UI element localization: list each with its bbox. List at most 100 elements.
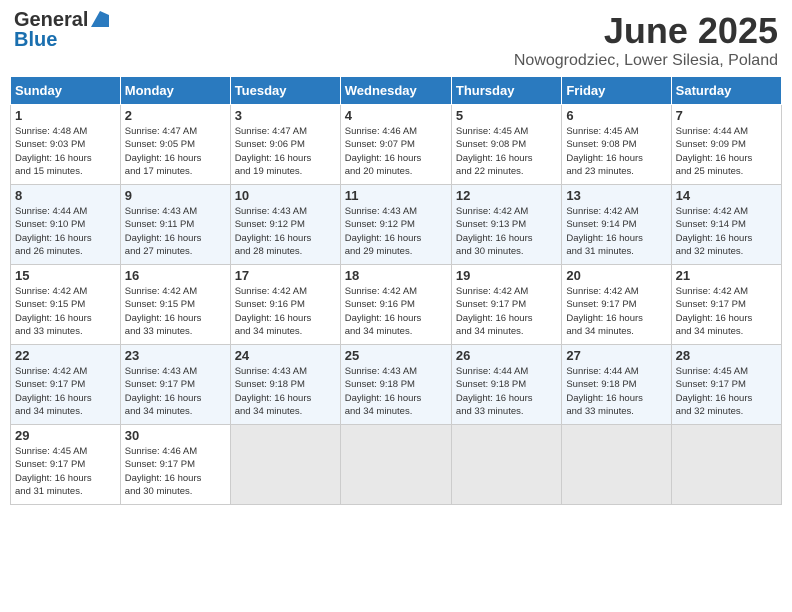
day-info: Sunrise: 4:44 AM Sunset: 9:18 PM Dayligh… (566, 365, 666, 418)
page-header: General Blue June 2025 Nowogrodziec, Low… (10, 10, 782, 70)
calendar-cell: 16 Sunrise: 4:42 AM Sunset: 9:15 PM Dayli… (120, 265, 230, 345)
calendar-cell: 26 Sunrise: 4:44 AM Sunset: 9:18 PM Dayli… (451, 345, 561, 425)
day-info: Sunrise: 4:42 AM Sunset: 9:15 PM Dayligh… (15, 285, 116, 338)
day-number: 10 (235, 188, 336, 203)
day-number: 13 (566, 188, 666, 203)
day-number: 26 (456, 348, 557, 363)
day-number: 9 (125, 188, 226, 203)
day-number: 20 (566, 268, 666, 283)
day-number: 19 (456, 268, 557, 283)
day-info: Sunrise: 4:43 AM Sunset: 9:18 PM Dayligh… (235, 365, 336, 418)
day-info: Sunrise: 4:45 AM Sunset: 9:08 PM Dayligh… (566, 125, 666, 178)
calendar-cell (562, 425, 671, 505)
calendar-cell: 13 Sunrise: 4:42 AM Sunset: 9:14 PM Dayli… (562, 185, 671, 265)
calendar-cell (230, 425, 340, 505)
calendar-cell: 11 Sunrise: 4:43 AM Sunset: 9:12 PM Dayli… (340, 185, 451, 265)
logo-icon (91, 11, 109, 27)
title-area: June 2025 Nowogrodziec, Lower Silesia, P… (514, 10, 778, 70)
calendar-cell: 7 Sunrise: 4:44 AM Sunset: 9:09 PM Daylig… (671, 105, 781, 185)
calendar-header-monday: Monday (120, 77, 230, 105)
day-number: 4 (345, 108, 447, 123)
calendar-cell: 8 Sunrise: 4:44 AM Sunset: 9:10 PM Daylig… (11, 185, 121, 265)
calendar-header-sunday: Sunday (11, 77, 121, 105)
day-info: Sunrise: 4:45 AM Sunset: 9:08 PM Dayligh… (456, 125, 557, 178)
day-info: Sunrise: 4:47 AM Sunset: 9:05 PM Dayligh… (125, 125, 226, 178)
day-number: 16 (125, 268, 226, 283)
day-number: 3 (235, 108, 336, 123)
day-info: Sunrise: 4:42 AM Sunset: 9:17 PM Dayligh… (676, 285, 777, 338)
day-number: 18 (345, 268, 447, 283)
calendar-header-row: SundayMondayTuesdayWednesdayThursdayFrid… (11, 77, 782, 105)
day-number: 12 (456, 188, 557, 203)
calendar-header-tuesday: Tuesday (230, 77, 340, 105)
day-number: 15 (15, 268, 116, 283)
calendar-cell: 24 Sunrise: 4:43 AM Sunset: 9:18 PM Dayli… (230, 345, 340, 425)
day-number: 5 (456, 108, 557, 123)
calendar-cell: 28Sunrise: 4:45 AM Sunset: 9:17 PM Dayli… (671, 345, 781, 425)
day-info: Sunrise: 4:44 AM Sunset: 9:10 PM Dayligh… (15, 205, 116, 258)
day-number: 29 (15, 428, 116, 443)
calendar-cell (671, 425, 781, 505)
calendar-week-row: 29 Sunrise: 4:45 AM Sunset: 9:17 PM Dayli… (11, 425, 782, 505)
day-number: 7 (676, 108, 777, 123)
day-info: Sunrise: 4:44 AM Sunset: 9:09 PM Dayligh… (676, 125, 777, 178)
day-number: 24 (235, 348, 336, 363)
month-title: June 2025 (514, 10, 778, 52)
day-number: 11 (345, 188, 447, 203)
calendar-week-row: 8 Sunrise: 4:44 AM Sunset: 9:10 PM Daylig… (11, 185, 782, 265)
calendar-cell: 6Sunrise: 4:45 AM Sunset: 9:08 PM Daylig… (562, 105, 671, 185)
calendar-cell: 2 Sunrise: 4:47 AM Sunset: 9:05 PM Daylig… (120, 105, 230, 185)
day-info: Sunrise: 4:43 AM Sunset: 9:18 PM Dayligh… (345, 365, 447, 418)
day-number: 28 (676, 348, 777, 363)
calendar-week-row: 22 Sunrise: 4:42 AM Sunset: 9:17 PM Dayli… (11, 345, 782, 425)
day-info: Sunrise: 4:43 AM Sunset: 9:12 PM Dayligh… (345, 205, 447, 258)
day-info: Sunrise: 4:46 AM Sunset: 9:07 PM Dayligh… (345, 125, 447, 178)
day-number: 27 (566, 348, 666, 363)
day-info: Sunrise: 4:42 AM Sunset: 9:14 PM Dayligh… (566, 205, 666, 258)
calendar-week-row: 15 Sunrise: 4:42 AM Sunset: 9:15 PM Dayli… (11, 265, 782, 345)
calendar-cell: 23 Sunrise: 4:43 AM Sunset: 9:17 PM Dayli… (120, 345, 230, 425)
calendar-cell: 3Sunrise: 4:47 AM Sunset: 9:06 PM Daylig… (230, 105, 340, 185)
calendar-cell: 25 Sunrise: 4:43 AM Sunset: 9:18 PM Dayli… (340, 345, 451, 425)
day-info: Sunrise: 4:43 AM Sunset: 9:17 PM Dayligh… (125, 365, 226, 418)
logo: General Blue (14, 10, 109, 51)
day-info: Sunrise: 4:42 AM Sunset: 9:14 PM Dayligh… (676, 205, 777, 258)
day-number: 22 (15, 348, 116, 363)
day-info: Sunrise: 4:42 AM Sunset: 9:16 PM Dayligh… (345, 285, 447, 338)
calendar-cell: 10Sunrise: 4:43 AM Sunset: 9:12 PM Dayli… (230, 185, 340, 265)
day-info: Sunrise: 4:42 AM Sunset: 9:13 PM Dayligh… (456, 205, 557, 258)
day-number: 30 (125, 428, 226, 443)
calendar-table: SundayMondayTuesdayWednesdayThursdayFrid… (10, 76, 782, 505)
logo-blue-text: Blue (14, 29, 57, 51)
day-info: Sunrise: 4:43 AM Sunset: 9:11 PM Dayligh… (125, 205, 226, 258)
calendar-cell: 4 Sunrise: 4:46 AM Sunset: 9:07 PM Daylig… (340, 105, 451, 185)
logo-general-text: General (14, 10, 88, 30)
calendar-header-wednesday: Wednesday (340, 77, 451, 105)
calendar-cell: 29 Sunrise: 4:45 AM Sunset: 9:17 PM Dayli… (11, 425, 121, 505)
calendar-week-row: 1Sunrise: 4:48 AM Sunset: 9:03 PM Daylig… (11, 105, 782, 185)
day-number: 14 (676, 188, 777, 203)
day-number: 2 (125, 108, 226, 123)
day-info: Sunrise: 4:42 AM Sunset: 9:17 PM Dayligh… (15, 365, 116, 418)
day-number: 8 (15, 188, 116, 203)
day-number: 21 (676, 268, 777, 283)
day-info: Sunrise: 4:42 AM Sunset: 9:15 PM Dayligh… (125, 285, 226, 338)
day-info: Sunrise: 4:42 AM Sunset: 9:17 PM Dayligh… (566, 285, 666, 338)
calendar-cell: 9 Sunrise: 4:43 AM Sunset: 9:11 PM Daylig… (120, 185, 230, 265)
calendar-header-saturday: Saturday (671, 77, 781, 105)
day-info: Sunrise: 4:45 AM Sunset: 9:17 PM Dayligh… (15, 445, 116, 498)
calendar-cell (451, 425, 561, 505)
day-info: Sunrise: 4:44 AM Sunset: 9:18 PM Dayligh… (456, 365, 557, 418)
calendar-cell: 20 Sunrise: 4:42 AM Sunset: 9:17 PM Dayli… (562, 265, 671, 345)
calendar-cell: 5 Sunrise: 4:45 AM Sunset: 9:08 PM Daylig… (451, 105, 561, 185)
calendar-cell (340, 425, 451, 505)
calendar-cell: 27 Sunrise: 4:44 AM Sunset: 9:18 PM Dayli… (562, 345, 671, 425)
day-number: 23 (125, 348, 226, 363)
day-info: Sunrise: 4:46 AM Sunset: 9:17 PM Dayligh… (125, 445, 226, 498)
calendar-cell: 1Sunrise: 4:48 AM Sunset: 9:03 PM Daylig… (11, 105, 121, 185)
day-info: Sunrise: 4:42 AM Sunset: 9:16 PM Dayligh… (235, 285, 336, 338)
calendar-cell: 22 Sunrise: 4:42 AM Sunset: 9:17 PM Dayli… (11, 345, 121, 425)
day-number: 25 (345, 348, 447, 363)
location-title: Nowogrodziec, Lower Silesia, Poland (514, 52, 778, 70)
day-info: Sunrise: 4:48 AM Sunset: 9:03 PM Dayligh… (15, 125, 116, 178)
